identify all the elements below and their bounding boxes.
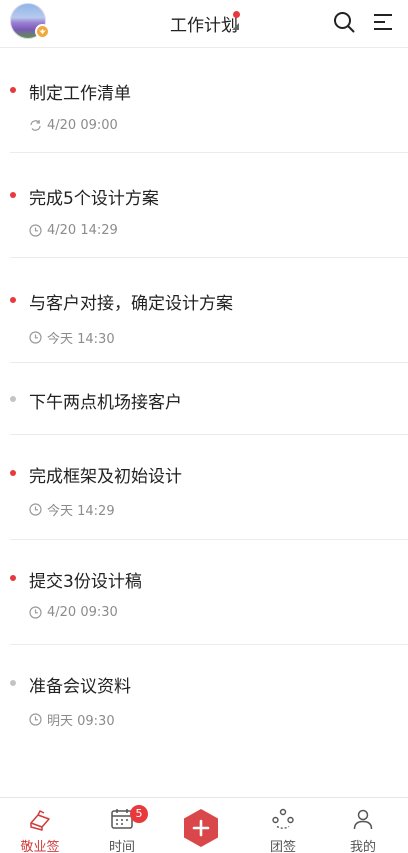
task-title: 完成框架及初始设计 [29, 467, 182, 487]
nav-item-jingyeqian[interactable]: 敬业签 [0, 798, 80, 853]
nav-item-time[interactable]: 5 时间 [82, 798, 162, 853]
task-title: 完成5个设计方案 [29, 189, 159, 209]
add-icon[interactable] [181, 808, 221, 848]
nav-label: 时间 [108, 840, 135, 853]
task-item[interactable]: 准备会议资料 明天 09:30 [10, 645, 408, 750]
task-title: 制定工作清单 [29, 84, 131, 104]
nav-label: 团签 [269, 840, 296, 853]
task-time: 今天 14:29 [29, 500, 115, 519]
search-icon[interactable] [333, 11, 355, 33]
task-list: 制定工作清单 4/20 09:00 完成5个设计方案 4/20 14:29 与客… [0, 48, 408, 750]
priority-dot [10, 297, 16, 303]
clock-icon [29, 224, 42, 237]
task-time: 今天 14:30 [29, 328, 115, 347]
priority-dot [10, 680, 16, 686]
task-time-text: 明天 09:30 [47, 714, 115, 729]
priority-dot [10, 192, 16, 198]
nav-item-me[interactable]: 我的 [323, 798, 403, 853]
task-time: 4/20 09:30 [29, 605, 118, 620]
task-time-text: 4/20 09:30 [47, 605, 118, 620]
menu-icon[interactable] [372, 11, 394, 33]
task-item[interactable]: 提交3份设计稿 4/20 09:30 [10, 540, 408, 645]
task-time: 明天 09:30 [29, 710, 115, 729]
clock-icon [29, 606, 42, 619]
title-dropdown-indicator-icon[interactable] [232, 23, 239, 30]
task-time-text: 今天 14:30 [47, 332, 115, 347]
nav-label: 我的 [349, 840, 376, 853]
task-item[interactable]: 制定工作清单 4/20 09:00 [10, 48, 408, 153]
nav-label: 敬业签 [20, 840, 60, 853]
top-bar: 工作计划 [0, 0, 408, 48]
task-item[interactable]: 下午两点机场接客户 [10, 363, 408, 435]
priority-dot [10, 470, 16, 476]
task-time-text: 4/20 09:00 [47, 118, 118, 133]
task-time: 4/20 09:00 [29, 118, 118, 133]
task-time: 4/20 14:29 [29, 223, 118, 238]
task-title: 提交3份设计稿 [29, 572, 142, 592]
notebook-icon [30, 810, 50, 831]
task-title: 准备会议资料 [29, 677, 131, 697]
priority-dot [10, 396, 16, 402]
title-notification-dot [233, 11, 240, 18]
task-time-text: 4/20 14:29 [47, 223, 118, 238]
repeat-icon [30, 119, 41, 131]
priority-dot [10, 575, 16, 581]
priority-dot [10, 87, 16, 93]
user-icon [353, 809, 373, 830]
task-time-text: 今天 14:29 [47, 504, 115, 519]
notification-badge: 5 [130, 805, 148, 823]
task-title: 与客户对接，确定设计方案 [29, 294, 233, 314]
task-title: 下午两点机场接客户 [29, 393, 182, 413]
clock-icon [29, 331, 42, 344]
clock-icon [29, 503, 42, 516]
bottom-nav: 敬业签 5 时间 团签 我的 [0, 797, 408, 853]
task-item[interactable]: 完成5个设计方案 4/20 14:29 [10, 153, 408, 258]
nav-item-team[interactable]: 团签 [243, 798, 323, 853]
clock-icon [29, 713, 42, 726]
task-item[interactable]: 完成框架及初始设计 今天 14:29 [10, 435, 408, 540]
team-icon [272, 808, 294, 829]
task-item[interactable]: 与客户对接，确定设计方案 今天 14:30 [10, 258, 408, 363]
